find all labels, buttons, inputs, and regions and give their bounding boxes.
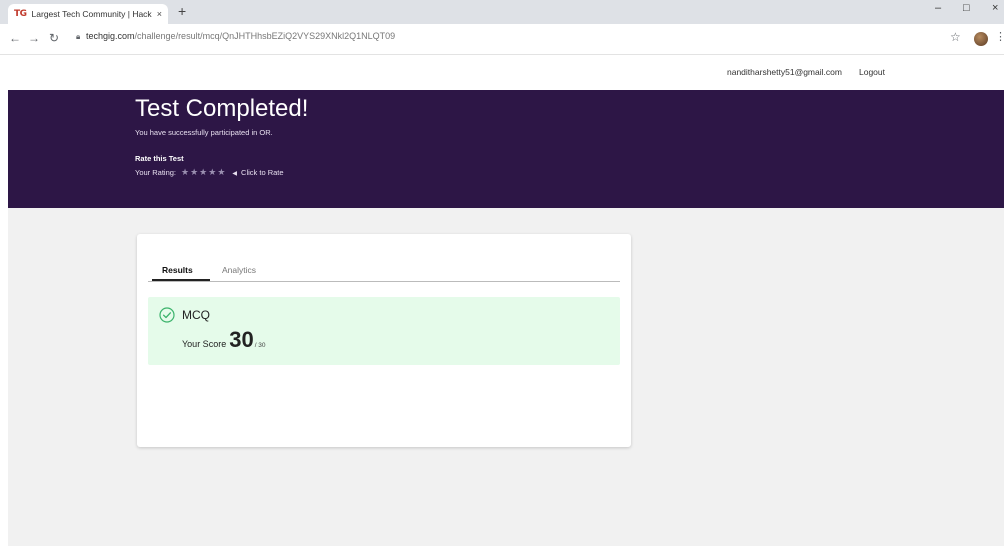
- mcq-result-box: MCQ Your Score 30 / 30: [148, 297, 620, 365]
- url-host: techgig.com: [86, 31, 135, 41]
- rating-row: Your Rating: ★★★★★ ◀ Click to Rate: [135, 167, 284, 178]
- rate-heading: Rate this Test: [135, 154, 184, 163]
- techgig-favicon-icon: TG: [14, 9, 27, 19]
- score-label: Your Score: [182, 339, 227, 349]
- score-total: / 30: [254, 342, 266, 349]
- tab-analytics[interactable]: Analytics: [222, 265, 256, 275]
- logout-link[interactable]: Logout: [859, 67, 885, 77]
- star-icon[interactable]: ★: [181, 167, 190, 177]
- menu-kebab-icon[interactable]: ⋮: [995, 30, 1004, 43]
- address-bar[interactable]: techgig.com/challenge/result/mcq/QnJHTHh…: [86, 31, 395, 41]
- tab-close-icon[interactable]: ×: [157, 9, 162, 19]
- close-window-icon[interactable]: ×: [992, 2, 998, 14]
- check-circle-icon: [159, 307, 175, 323]
- result-tabs: Results Analytics: [148, 263, 620, 282]
- user-email: nanditharshetty51@gmail.com: [727, 67, 842, 77]
- profile-avatar[interactable]: [974, 32, 988, 46]
- star-icon[interactable]: ★: [208, 167, 217, 177]
- banner-subtitle: You have successfully participated in OR…: [135, 128, 273, 137]
- forward-icon[interactable]: →: [28, 31, 40, 45]
- site-header: nanditharshetty51@gmail.com Logout: [0, 55, 1004, 90]
- caret-left-icon: ◀: [232, 171, 238, 177]
- rating-label: Your Rating:: [135, 168, 177, 177]
- lock-icon: 🔒︎: [76, 32, 81, 41]
- minimize-icon[interactable]: –: [935, 2, 941, 14]
- star-icon[interactable]: ★: [199, 167, 208, 177]
- new-tab-button[interactable]: +: [178, 3, 186, 19]
- section-label: MCQ: [182, 308, 210, 322]
- results-card: Results Analytics MCQ Your Score 30 / 30: [137, 234, 631, 447]
- click-to-rate-link[interactable]: ◀ Click to Rate: [232, 168, 283, 177]
- score-value: 30: [229, 327, 254, 352]
- back-icon[interactable]: ←: [9, 31, 21, 45]
- click-to-rate-label: Click to Rate: [241, 168, 284, 177]
- browser-tab[interactable]: TG Largest Tech Community | Hacka ×: [8, 4, 168, 24]
- content-area: Results Analytics MCQ Your Score 30 / 30: [8, 208, 1004, 546]
- reload-icon[interactable]: ↻: [49, 31, 59, 45]
- star-icon[interactable]: ★: [190, 167, 199, 177]
- test-completed-banner: Test Completed! You have successfully pa…: [8, 90, 1004, 208]
- browser-tab-strip: TG Largest Tech Community | Hacka × + – …: [0, 0, 1004, 24]
- active-tab-indicator: [152, 279, 210, 281]
- bookmark-star-icon[interactable]: ☆: [950, 30, 961, 44]
- rating-stars: ★★★★★: [181, 167, 226, 178]
- browser-toolbar: ← → ↻ 🔒︎ techgig.com/challenge/result/mc…: [0, 24, 1004, 55]
- score-row: Your Score 30 / 30: [182, 327, 266, 353]
- tab-results[interactable]: Results: [162, 265, 193, 275]
- star-icon[interactable]: ★: [217, 167, 226, 177]
- tab-title: Largest Tech Community | Hacka: [31, 9, 152, 19]
- maximize-icon[interactable]: □: [963, 2, 970, 14]
- page-title: Test Completed!: [135, 95, 309, 122]
- url-path: /challenge/result/mcq/QnJHTHhsbEZiQ2VYS2…: [134, 31, 396, 41]
